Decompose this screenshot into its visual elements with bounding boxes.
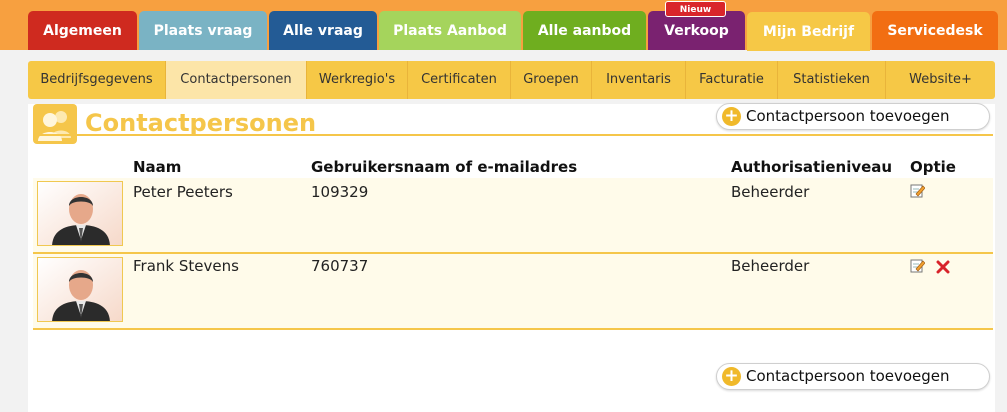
subtab-groepen[interactable]: Groepen <box>511 61 592 99</box>
sub-nav-bar: Bedrijfsgegevens Contactpersonen Werkreg… <box>28 61 995 99</box>
header-option: Optie <box>910 158 956 176</box>
tab-alle-aanbod[interactable]: Alle aanbod <box>523 11 646 50</box>
subtab-bedrijfsgegevens[interactable]: Bedrijfsgegevens <box>28 61 166 99</box>
add-contact-button[interactable]: + Contactpersoon toevoegen <box>716 103 990 130</box>
subtab-statistieken[interactable]: Statistieken <box>778 61 886 99</box>
header-name: Naam <box>133 158 182 176</box>
contact-name: Frank Stevens <box>133 257 239 275</box>
header-role: Authorisatieniveau <box>731 158 893 176</box>
contact-username: 760737 <box>311 257 369 275</box>
tab-algemeen[interactable]: Algemeen <box>28 11 137 50</box>
tab-plaats-vraag[interactable]: Plaats vraag <box>139 11 267 50</box>
table-row: Peter Peeters 109329 Beheerder <box>33 178 993 254</box>
tab-alle-vraag[interactable]: Alle vraag <box>269 11 377 50</box>
subtab-facturatie[interactable]: Facturatie <box>686 61 778 99</box>
add-contact-button[interactable]: + Contactpersoon toevoegen <box>716 363 990 390</box>
header-username: Gebruikersnaam of e-mailadres <box>311 158 578 176</box>
new-badge: Nieuw <box>665 1 726 17</box>
table-row: Frank Stevens 760737 Beheerder <box>33 254 993 330</box>
contact-username: 109329 <box>311 183 369 201</box>
delete-icon[interactable] <box>936 259 950 274</box>
contacts-icon <box>33 104 77 144</box>
subtab-website-plus[interactable]: Website+ <box>886 61 995 99</box>
contact-name: Peter Peeters <box>133 183 233 201</box>
tab-mijn-bedrijf[interactable]: Mijn Bedrijf <box>747 12 870 51</box>
contact-role: Beheerder <box>731 183 810 201</box>
tab-plaats-aanbod[interactable]: Plaats Aanbod <box>379 11 521 50</box>
subtab-contactpersonen[interactable]: Contactpersonen <box>166 61 307 99</box>
subtab-certificaten[interactable]: Certificaten <box>408 61 511 99</box>
subtab-werkregios[interactable]: Werkregio's <box>307 61 408 99</box>
avatar <box>37 181 123 246</box>
plus-icon: + <box>722 107 741 126</box>
add-contact-label: Contactpersoon toevoegen <box>746 107 950 125</box>
title-divider <box>33 134 993 136</box>
contact-role: Beheerder <box>731 257 810 275</box>
subtab-inventaris[interactable]: Inventaris <box>592 61 686 99</box>
add-contact-label: Contactpersoon toevoegen <box>746 367 950 385</box>
tab-servicedesk[interactable]: Servicedesk <box>872 11 998 50</box>
edit-icon[interactable] <box>910 183 926 198</box>
plus-icon: + <box>722 367 741 386</box>
avatar <box>37 257 123 322</box>
edit-icon[interactable] <box>910 258 926 273</box>
